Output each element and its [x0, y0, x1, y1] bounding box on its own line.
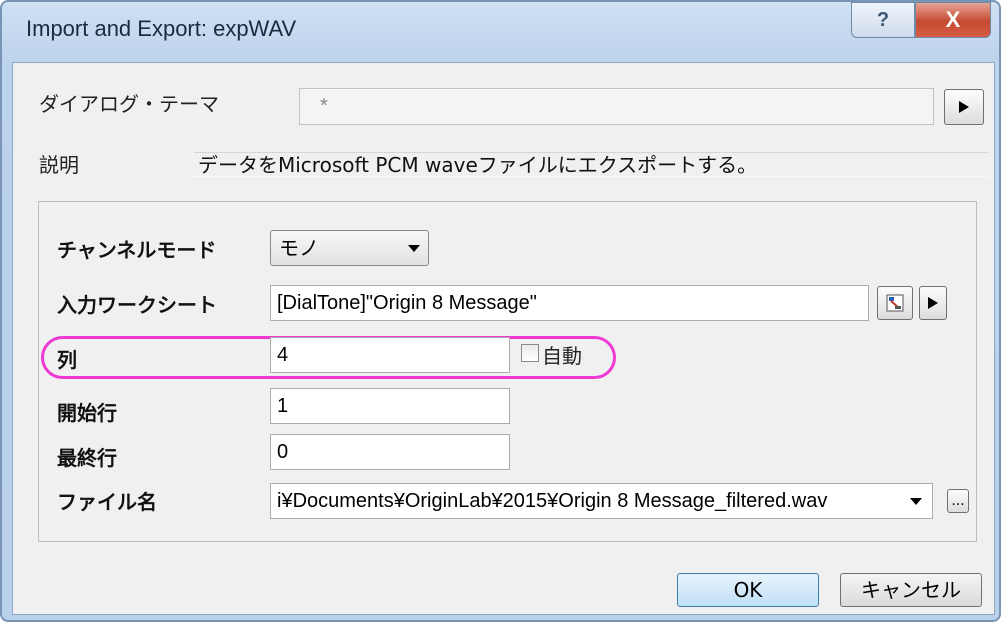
dialog-window: Import and Export: expWAV ? X ダイアログ・テーマ … [0, 0, 1001, 622]
select-range-button[interactable] [877, 286, 913, 320]
auto-checkbox[interactable] [521, 344, 539, 362]
ellipsis-icon: ... [951, 493, 965, 509]
play-arrow-icon [959, 101, 969, 113]
description-label: 説明 [39, 153, 79, 177]
play-arrow-icon [928, 297, 938, 309]
end-row-label: 最終行 [57, 446, 117, 470]
column-label: 列 [57, 348, 77, 372]
file-name-value: i¥Documents¥OriginLab¥2015¥Origin 8 Mess… [277, 490, 828, 512]
end-row-field[interactable]: 0 [270, 434, 510, 470]
browse-button[interactable]: ... [947, 489, 969, 513]
start-row-label: 開始行 [57, 401, 117, 425]
cancel-button[interactable]: キャンセル [840, 573, 982, 607]
help-icon: ? [876, 8, 890, 31]
theme-menu-button[interactable] [944, 89, 984, 125]
channel-mode-label: チャンネルモード [57, 238, 217, 262]
help-button[interactable]: ? [851, 2, 915, 38]
input-sheet-label: 入力ワークシート [57, 293, 217, 317]
channel-mode-value: モノ [279, 236, 319, 260]
theme-label: ダイアログ・テーマ [39, 92, 219, 116]
window-title: Import and Export: expWAV [26, 16, 297, 41]
select-range-icon [886, 294, 904, 312]
theme-field[interactable]: * [299, 88, 934, 125]
ok-button[interactable]: OK [677, 573, 819, 607]
description-text: データをMicrosoft PCM waveファイルにエクスポートする。 [194, 152, 989, 177]
chevron-down-icon [910, 498, 922, 505]
close-button[interactable]: X [915, 2, 991, 38]
chevron-down-icon [408, 245, 420, 252]
file-name-combo[interactable]: i¥Documents¥OriginLab¥2015¥Origin 8 Mess… [270, 483, 933, 519]
channel-mode-select[interactable]: モノ [270, 230, 429, 266]
column-field[interactable]: 4 [270, 337, 510, 373]
close-icon: X [945, 7, 961, 32]
input-sheet-field[interactable]: [DialTone]"Origin 8 Message" [270, 285, 869, 321]
auto-checkbox-label: 自動 [542, 344, 582, 368]
start-row-field[interactable]: 1 [270, 388, 510, 424]
input-sheet-menu-button[interactable] [919, 286, 947, 320]
file-name-label: ファイル名 [57, 490, 157, 514]
